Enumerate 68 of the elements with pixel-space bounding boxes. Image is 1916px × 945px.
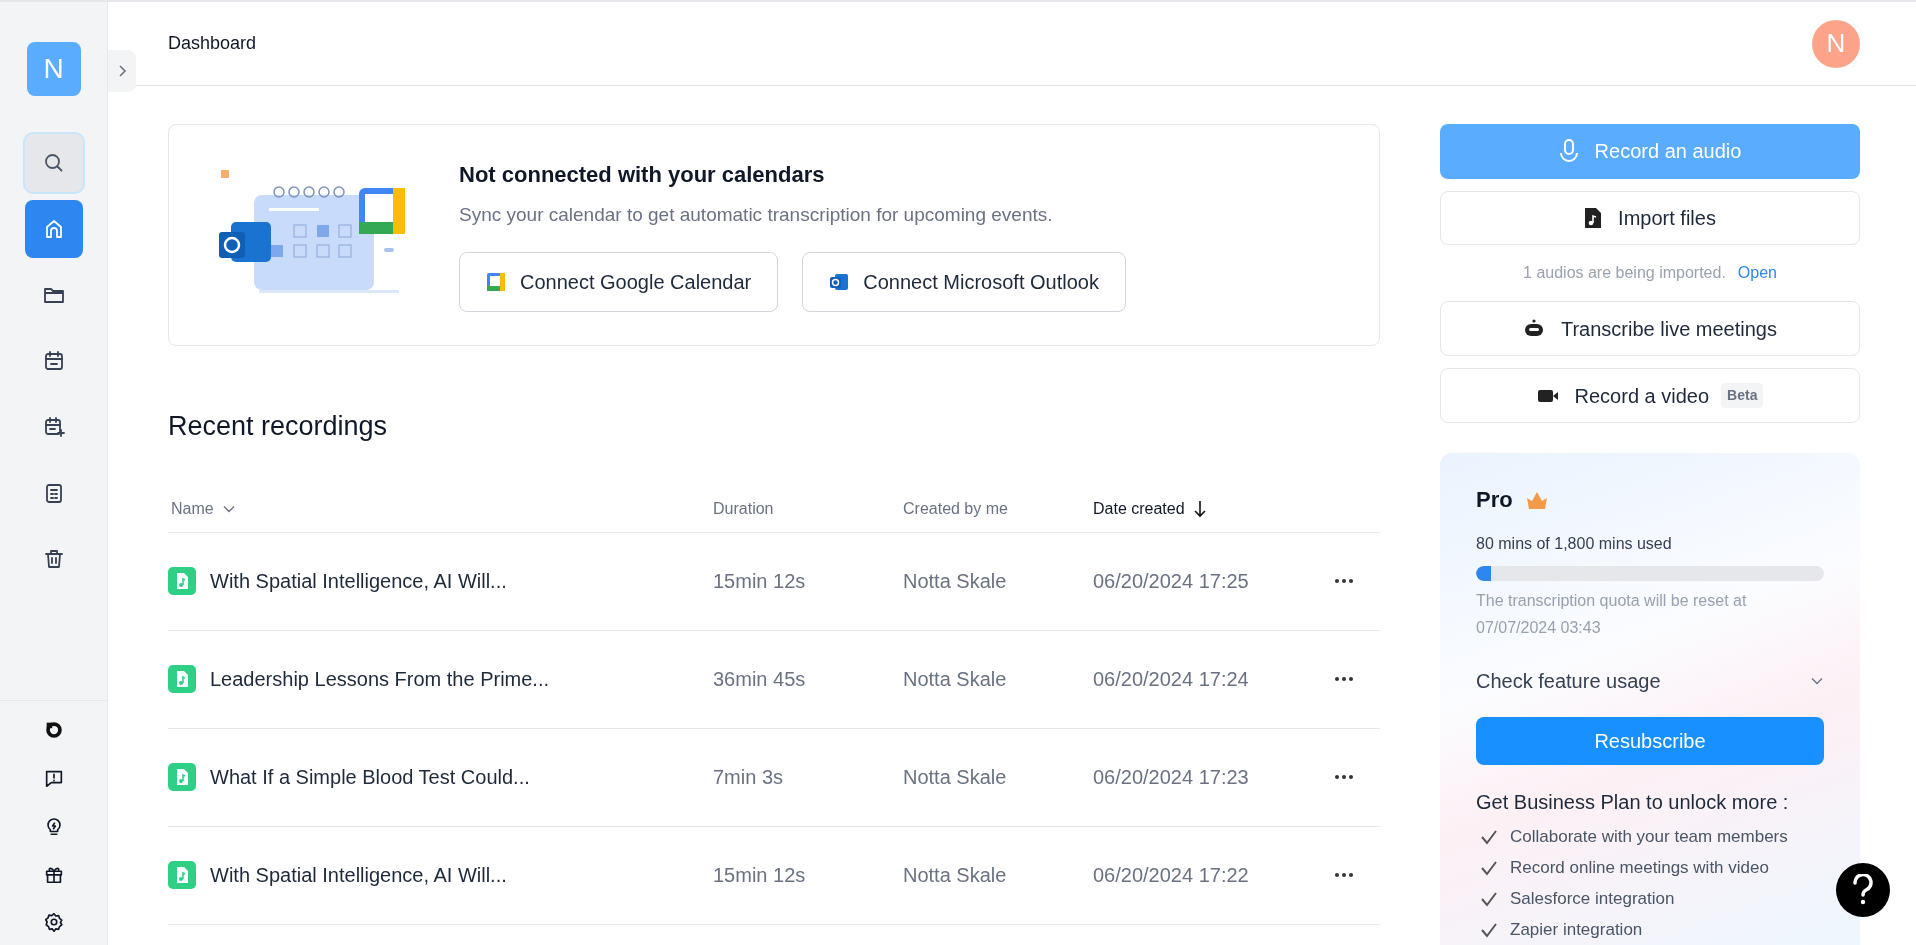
duration: 36min 45s [713, 667, 807, 692]
upsell-heading: Get Business Plan to unlock more : [1476, 790, 1790, 815]
calendar-title: Not connected with your calendars [459, 161, 826, 190]
record-video-button[interactable]: Record a video Beta [1440, 368, 1860, 423]
date-created: 06/20/2024 17:25 [1093, 569, 1250, 594]
more-dots-icon [1334, 872, 1354, 878]
recording-row[interactable]: With Spatial Intelligence, AI Will... 15min 12s Notta Skale 06/20/2024 17:22 [168, 826, 1380, 925]
audio-file-icon [168, 763, 196, 791]
recording-row[interactable]: With Spatial Intelligence, AI Will... 15min 12s Notta Skale 06/20/2024 17:25 [168, 532, 1380, 631]
more-dots-icon [1334, 676, 1354, 682]
audio-file-icon [168, 665, 196, 693]
microphone-icon [1558, 139, 1579, 164]
recording-row[interactable]: Leadership Lessons From the Prime... 36min 45s Notta Skale 06/20/2024 17:24 [168, 630, 1380, 729]
calendar-description: Sync your calendar to get automatic transcription for upcoming events. [459, 203, 1054, 228]
connect-calendar-button[interactable]: Connect Microsoft Outlook [802, 251, 1126, 312]
recording-title: With Spatial Intelligence, AI Will... [210, 569, 507, 594]
creator: Notta Skale [903, 569, 1008, 594]
column-header[interactable]: Date created [1093, 497, 1323, 521]
date-created: 06/20/2024 17:23 [1093, 765, 1250, 790]
feature-item: Collaborate with your team members [1510, 825, 1788, 848]
checkmark-icon [1480, 859, 1498, 876]
date-created: 06/20/2024 17:24 [1093, 667, 1250, 692]
app-logo: N [26, 42, 81, 96]
recording-row[interactable]: What If a Simple Blood Test Could... 7min 3s Notta Skale 06/20/2024 17:23 [168, 728, 1380, 827]
checkmark-icon [1480, 890, 1498, 907]
import-status: 1 audios are being imported. [1523, 263, 1726, 284]
video-camera-icon [1536, 387, 1559, 404]
feature-item: Zapier integration [1510, 918, 1643, 941]
quota-reset-note: The transcription quota will be reset at 07/07/2024 03:43 [1476, 591, 1748, 638]
question-mark-icon [1852, 874, 1874, 906]
recording-title: Leadership Lessons From the Prime... [210, 667, 550, 692]
feature-usage-dropdown[interactable]: Check feature usage [1476, 661, 1824, 701]
creator: Notta Skale [903, 765, 1008, 790]
open-link[interactable]: Open [1737, 261, 1777, 286]
transcribe-meetings-button[interactable]: Transcribe live meetings [1440, 301, 1860, 357]
page-title: Dashboard [168, 32, 257, 55]
import-files-button[interactable]: Import files [1440, 190, 1860, 246]
search-nav-button[interactable] [24, 134, 83, 192]
settings-icon [42, 911, 65, 933]
audio-file-icon [1584, 207, 1603, 229]
duration: 7min 3s [713, 765, 785, 790]
column-header[interactable]: Duration [713, 497, 903, 521]
recording-title: With Spatial Intelligence, AI Will... [210, 863, 507, 888]
duration: 15min 12s [713, 863, 807, 888]
recording-title: What If a Simple Blood Test Could... [210, 765, 530, 790]
beta-badge: Beta [1721, 383, 1764, 409]
connect-calendar-button[interactable]: Connect Google Calendar [459, 251, 779, 312]
more-dots-icon [1334, 774, 1354, 780]
audio-file-icon [168, 567, 196, 595]
checkmark-icon [1480, 828, 1498, 845]
feature-item: Record online meetings with video [1510, 856, 1769, 879]
usage-text: 80 mins of 1,800 mins used [1476, 534, 1673, 554]
date-created: 06/20/2024 17:22 [1093, 863, 1250, 888]
more-dots-icon [1334, 578, 1354, 584]
plan-name: Pro [1476, 486, 1513, 514]
creator: Notta Skale [903, 863, 1008, 888]
creator: Notta Skale [903, 667, 1008, 692]
duration: 15min 12s [713, 569, 807, 594]
arrow-down-icon [1192, 500, 1207, 518]
audio-file-icon [168, 861, 196, 889]
help-button[interactable] [1836, 863, 1890, 917]
feature-item: Salesforce integration [1510, 887, 1675, 910]
section-title: Recent recordings [168, 410, 389, 443]
column-header[interactable]: Name [168, 497, 713, 521]
column-header[interactable]: Created by me [903, 497, 1093, 521]
checkmark-icon [1480, 921, 1498, 938]
home-nav-button[interactable] [24, 200, 83, 258]
google-calendar-icon [486, 271, 506, 292]
